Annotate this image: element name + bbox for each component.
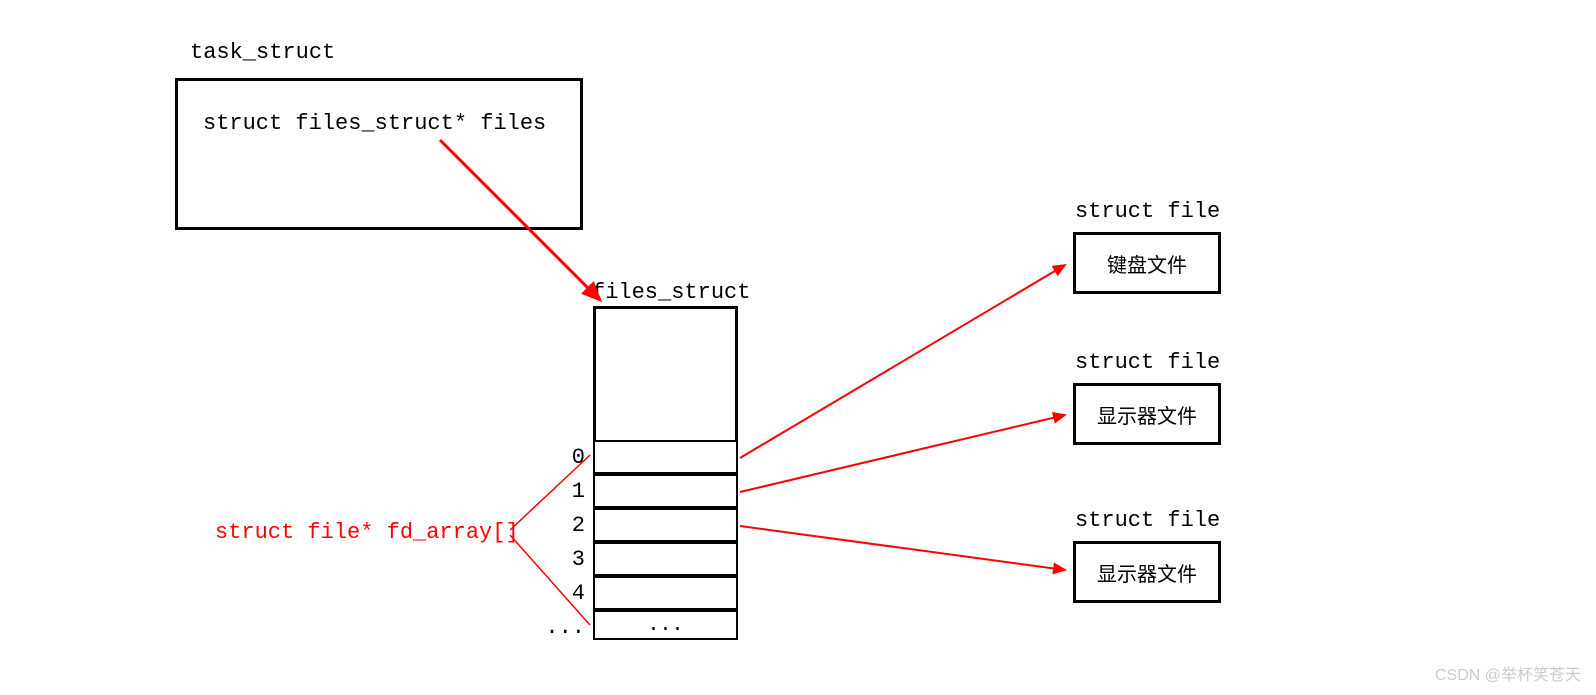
- task-struct-member: struct files_struct* files: [203, 111, 546, 136]
- fd-index-1: 1: [565, 479, 585, 504]
- watermark: CSDN @举杯笑苍天: [1435, 661, 1581, 685]
- fd-index-0: 0: [565, 445, 585, 470]
- fd-index-2: 2: [565, 513, 585, 538]
- file-box-1: 显示器文件: [1073, 383, 1221, 445]
- file-box-2-title: struct file: [1075, 508, 1220, 533]
- file-box-0: 键盘文件: [1073, 232, 1221, 294]
- task-struct-title: task_struct: [190, 40, 335, 65]
- arrow-fd2-to-file2: [740, 526, 1065, 570]
- fd-array-row-0: [593, 440, 738, 474]
- arrow-fd1-to-file1: [740, 415, 1065, 492]
- fd-index-ellipsis: ...: [535, 615, 585, 640]
- files-struct-title: files_struct: [592, 280, 750, 305]
- task-struct-box: struct files_struct* files: [175, 78, 583, 230]
- file-box-2-content: 显示器文件: [1097, 558, 1197, 587]
- file-box-0-title: struct file: [1075, 199, 1220, 224]
- fd-array-label: struct file* fd_array[]: [215, 520, 519, 545]
- fd-array-row-2: [593, 508, 738, 542]
- file-box-1-title: struct file: [1075, 350, 1220, 375]
- fd-array-row-3: [593, 542, 738, 576]
- file-box-0-content: 键盘文件: [1107, 249, 1187, 278]
- arrow-fd0-to-file0: [740, 265, 1065, 458]
- fd-index-4: 4: [565, 581, 585, 606]
- fd-array-row-1: [593, 474, 738, 508]
- file-box-2: 显示器文件: [1073, 541, 1221, 603]
- fd-array-row-ellipsis: ...: [593, 610, 738, 640]
- fd-index-3: 3: [565, 547, 585, 572]
- file-box-1-content: 显示器文件: [1097, 400, 1197, 429]
- fd-array-row-4: [593, 576, 738, 610]
